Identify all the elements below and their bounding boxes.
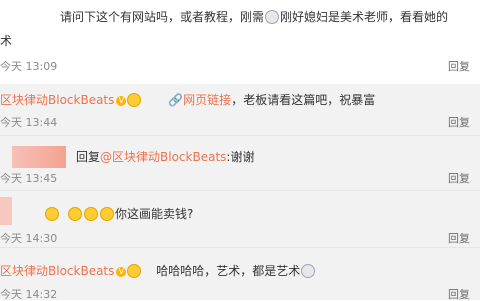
comment-text: ，老板请看这篇吧，祝暴富 — [231, 93, 376, 107]
web-link[interactable]: 网页链接 — [183, 93, 231, 107]
avatar — [12, 146, 66, 168]
emoji-icon — [127, 93, 142, 107]
reply-button[interactable]: 回复 — [448, 60, 470, 73]
comment-item: 回复@区块律动BlockBeats:谢谢 今天 13:45 回复 — [0, 136, 480, 190]
link-icon: 🔗 — [168, 93, 184, 107]
emoji-icon — [45, 207, 59, 221]
reply-prefix: 回复 — [76, 150, 101, 164]
mention-link[interactable]: @区块律动BlockBeats — [100, 150, 226, 164]
emoji-icon — [265, 10, 280, 24]
avatar — [0, 197, 12, 225]
laughing-emoji-icon — [68, 207, 82, 221]
comment-text: :谢谢 — [226, 150, 255, 164]
comment-item: 请问下这个有网站吗，或者教程，刚需 刚好媳妇是美术老师，看看她的 术 今天 13:… — [0, 0, 480, 84]
laughing-emoji-icon — [100, 207, 114, 221]
comment-item: 区块律动BlockBeats V 🔗网页链接，老板请看这篇吧，祝暴富 今天 13:… — [0, 84, 480, 135]
comment-text-wrap: 术 — [0, 34, 13, 48]
reply-button[interactable]: 回复 — [448, 116, 470, 129]
comment-time: 今天 14:32 — [0, 288, 58, 301]
author-name[interactable]: 区块律动BlockBeats — [0, 264, 114, 278]
comment-text: 你这画能卖钱? — [115, 207, 194, 221]
comment-item: 你这画能卖钱? 今天 14:30 回复 — [0, 191, 480, 247]
emoji-icon — [127, 264, 142, 278]
reply-button[interactable]: 回复 — [448, 288, 470, 301]
author-name[interactable]: 区块律动BlockBeats — [0, 93, 114, 107]
emoji-icon — [301, 264, 316, 278]
verified-icon: V — [116, 96, 127, 106]
comment-time: 今天 13:09 — [0, 60, 58, 73]
reply-button[interactable]: 回复 — [448, 172, 470, 185]
comment-item: 区块律动BlockBeats V 哈哈哈哈，艺术，都是艺术 今天 14:32 回复 — [0, 248, 480, 301]
comment-text: 哈哈哈哈，艺术，都是艺术 — [156, 264, 301, 278]
laughing-emoji-icon — [84, 207, 98, 221]
comment-time: 今天 14:30 — [0, 232, 58, 245]
verified-icon: V — [116, 267, 127, 277]
comment-time: 今天 13:45 — [0, 172, 58, 185]
comment-time: 今天 13:44 — [0, 116, 58, 129]
comment-text: 请问下这个有网站吗，或者教程，刚需 — [60, 10, 265, 24]
comment-text-cont: 刚好媳妇是美术老师，看看她的 — [280, 10, 449, 24]
reply-button[interactable]: 回复 — [448, 232, 470, 245]
